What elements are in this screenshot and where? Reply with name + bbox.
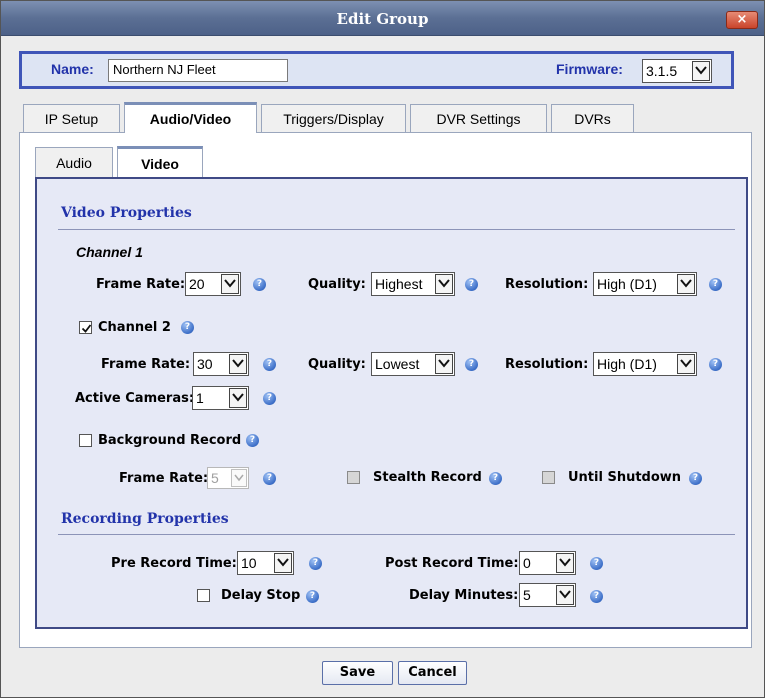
help-icon[interactable]: ? — [306, 590, 319, 603]
ch1-quality-select[interactable]: Highest — [371, 272, 455, 296]
post-record-time-select[interactable]: 0 — [519, 551, 576, 575]
channel-2-label: Channel 2 — [98, 320, 171, 335]
cancel-button[interactable]: Cancel — [398, 661, 467, 685]
channel-2-checkbox[interactable] — [79, 321, 92, 334]
help-icon[interactable]: ? — [263, 392, 276, 405]
help-icon[interactable]: ? — [689, 472, 702, 485]
chevron-down-icon[interactable] — [677, 274, 695, 294]
name-label: Name: — [51, 61, 94, 77]
video-properties-divider — [58, 229, 735, 230]
ch1-resolution-select[interactable]: High (D1) — [593, 272, 697, 296]
close-icon[interactable]: × — [737, 12, 748, 27]
chevron-down-icon[interactable] — [274, 553, 292, 573]
firmware-label: Firmware: — [556, 61, 623, 77]
chevron-down-icon[interactable] — [231, 469, 247, 487]
help-icon[interactable]: ? — [709, 358, 722, 371]
chevron-down-icon[interactable] — [556, 553, 574, 573]
delay-stop-checkbox[interactable] — [197, 589, 210, 602]
delay-minutes-label: Delay Minutes: — [409, 588, 519, 603]
active-cameras-value: 1 — [196, 390, 204, 406]
help-icon[interactable]: ? — [590, 557, 603, 570]
ch2-quality-label: Quality: — [308, 357, 366, 372]
background-record-label: Background Record — [98, 433, 242, 448]
post-record-time-label: Post Record Time: — [385, 556, 519, 571]
help-icon[interactable]: ? — [263, 358, 276, 371]
ch2-resolution-value: High (D1) — [597, 356, 657, 372]
tab-ip-setup[interactable]: IP Setup — [23, 104, 120, 133]
ch1-resolution-label: Resolution: — [505, 277, 589, 292]
recording-properties-title: Recording Properties — [61, 511, 229, 527]
active-cameras-label: Active Cameras: — [75, 391, 195, 406]
bg-frame-rate-value: 5 — [211, 470, 219, 486]
subtab-video[interactable]: Video — [117, 146, 203, 177]
help-icon[interactable]: ? — [590, 590, 603, 603]
pre-record-time-value: 10 — [241, 555, 257, 571]
firmware-select[interactable]: 3.1.5 — [642, 59, 712, 83]
delay-minutes-value: 5 — [523, 587, 531, 603]
ch2-quality-select[interactable]: Lowest — [371, 352, 455, 376]
tab-triggers-display[interactable]: Triggers/Display — [261, 104, 406, 133]
ch1-resolution-value: High (D1) — [597, 276, 657, 292]
firmware-value: 3.1.5 — [646, 63, 678, 79]
delay-minutes-select[interactable]: 5 — [519, 583, 576, 607]
help-icon[interactable]: ? — [263, 472, 276, 485]
video-properties-title: Video Properties — [61, 205, 192, 221]
help-icon[interactable]: ? — [489, 472, 502, 485]
help-icon[interactable]: ? — [246, 434, 259, 447]
save-button[interactable]: Save — [322, 661, 393, 685]
chevron-down-icon[interactable] — [692, 61, 710, 81]
ch2-frame-rate-select[interactable]: 30 — [193, 352, 249, 376]
name-firmware-bar: Name: Northern NJ Fleet Firmware: 3.1.5 — [19, 51, 734, 89]
help-icon[interactable]: ? — [309, 557, 322, 570]
chevron-down-icon[interactable] — [677, 354, 695, 374]
edit-group-dialog: Edit Group × Name: Northern NJ Fleet Fir… — [0, 0, 765, 698]
post-record-time-value: 0 — [523, 555, 531, 571]
pre-record-time-select[interactable]: 10 — [237, 551, 294, 575]
ch2-frame-rate-value: 30 — [197, 356, 213, 372]
chevron-down-icon[interactable] — [435, 274, 453, 294]
delay-stop-label: Delay Stop — [221, 588, 301, 603]
channel-1-label: Channel 1 — [76, 244, 143, 260]
tab-dvr-settings[interactable]: DVR Settings — [410, 104, 547, 133]
until-shutdown-checkbox[interactable] — [542, 471, 555, 484]
dialog-title: Edit Group — [336, 10, 429, 28]
subtab-audio[interactable]: Audio — [35, 147, 113, 177]
recording-properties-divider — [58, 534, 735, 535]
bg-frame-rate-select[interactable]: 5 — [207, 467, 249, 489]
background-record-checkbox[interactable] — [79, 434, 92, 447]
name-input[interactable]: Northern NJ Fleet — [108, 59, 288, 82]
ch1-frame-rate-label: Frame Rate: — [96, 277, 186, 292]
stealth-record-checkbox[interactable] — [347, 471, 360, 484]
ch1-frame-rate-value: 20 — [189, 276, 205, 292]
help-icon[interactable]: ? — [181, 321, 194, 334]
bg-frame-rate-label: Frame Rate: — [119, 471, 209, 486]
until-shutdown-label: Until Shutdown — [568, 470, 682, 485]
ch1-quality-label: Quality: — [308, 277, 366, 292]
chevron-down-icon[interactable] — [221, 274, 239, 294]
ch2-frame-rate-label: Frame Rate: — [101, 357, 191, 372]
ch2-resolution-select[interactable]: High (D1) — [593, 352, 697, 376]
chevron-down-icon[interactable] — [229, 354, 247, 374]
tab-dvrs[interactable]: DVRs — [551, 104, 634, 133]
tab-audio-video[interactable]: Audio/Video — [124, 102, 257, 133]
pre-record-time-label: Pre Record Time: — [111, 556, 237, 571]
ch2-quality-value: Lowest — [375, 356, 420, 372]
ch1-frame-rate-select[interactable]: 20 — [185, 272, 241, 296]
help-icon[interactable]: ? — [253, 278, 266, 291]
close-button[interactable]: × — [726, 11, 758, 29]
chevron-down-icon[interactable] — [229, 388, 247, 408]
help-icon[interactable]: ? — [709, 278, 722, 291]
chevron-down-icon[interactable] — [435, 354, 453, 374]
ch2-resolution-label: Resolution: — [505, 357, 589, 372]
help-icon[interactable]: ? — [465, 358, 478, 371]
stealth-record-label: Stealth Record — [373, 470, 482, 485]
ch1-quality-value: Highest — [375, 276, 423, 292]
chevron-down-icon[interactable] — [556, 585, 574, 605]
active-cameras-select[interactable]: 1 — [192, 386, 249, 410]
help-icon[interactable]: ? — [465, 278, 478, 291]
title-bar[interactable]: Edit Group × — [1, 1, 764, 36]
